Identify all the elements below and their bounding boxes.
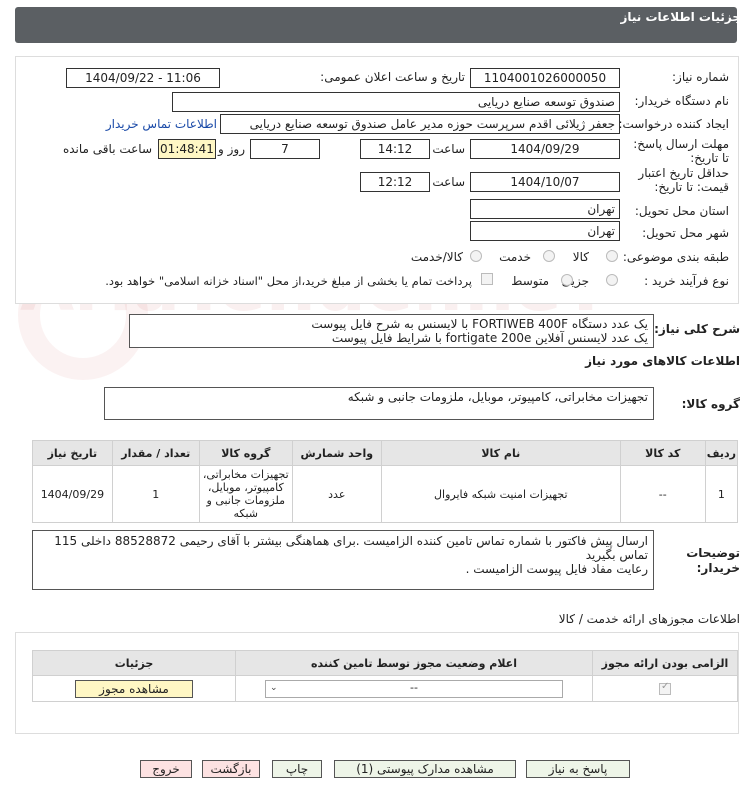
buyer-notes-line-1: ارسال پیش فاکتور با شماره تماس تامین کنن…: [54, 534, 648, 548]
chevron-down-icon: ⌄: [270, 682, 278, 693]
buyer-notes-textarea: ارسال پیش فاکتور با شماره تماس تامین کنن…: [32, 530, 654, 590]
announce-label: تاریخ و ساعت اعلان عمومی:: [320, 70, 465, 84]
category-radio-goods[interactable]: [606, 250, 618, 262]
col-permit-required: الزامی بودن ارائه مجوز: [592, 650, 738, 676]
cell-qty: 1: [111, 465, 200, 523]
buyer-field: صندوق توسعه صنایع دریایی: [172, 92, 620, 112]
permit-required-cell: ✓: [592, 675, 738, 702]
col-permit-details: جزئیات: [32, 650, 236, 676]
buyer-notes-line-3: رعایت مفاد فایل پیوست الزامیست .: [465, 562, 648, 576]
permits-table-wrapper: الزامی بودن ارائه مجوز اعلام وضعیت مجوز …: [32, 650, 738, 702]
process-radio-minor[interactable]: [606, 274, 618, 286]
permit-required-checkbox[interactable]: ✓: [659, 681, 671, 695]
summary-textarea: یک عدد دستگاه FORTIWEB 400F با لایسنس به…: [129, 314, 654, 348]
city-label: شهر محل تحویل:: [642, 226, 729, 240]
col-unit: واحد شمارش: [291, 440, 382, 466]
remaining-time-field: 01:48:41: [158, 139, 216, 159]
process-label: نوع فرآیند خرید :: [644, 274, 729, 288]
announce-field: 1404/09/22 - 11:06: [66, 68, 220, 88]
validity-hour-label: ساعت: [432, 175, 465, 189]
permits-table: الزامی بودن ارائه مجوز اعلام وضعیت مجوز …: [32, 650, 738, 702]
province-label: استان محل تحویل:: [634, 204, 729, 218]
col-row: ردیف: [704, 440, 739, 466]
view-attachments-button[interactable]: مشاهده مدارک پیوستی (1): [334, 760, 516, 778]
goods-group-label: گروه کالا:: [681, 397, 740, 411]
creator-label: ایجاد کننده درخواست:: [618, 117, 729, 131]
view-permit-button[interactable]: مشاهده مجوز: [75, 679, 193, 698]
deadline-label: مهلت ارسال پاسخ: تا تاریخ:: [633, 137, 729, 165]
category-label: طبقه بندی موضوعی:: [622, 250, 729, 264]
col-name: نام کالا: [380, 440, 621, 466]
need-number-label: شماره نیاز:: [672, 70, 729, 84]
table-row: ✓ -- ⌄ مشاهده مجوز: [32, 675, 738, 702]
back-button[interactable]: بازگشت: [202, 760, 260, 778]
print-button[interactable]: چاپ: [272, 760, 322, 778]
days-label: روز و: [218, 142, 245, 156]
category-option-goods: کالا: [572, 250, 589, 264]
col-qty: تعداد / مقدار: [111, 440, 200, 466]
need-number-field: 1104001026000050: [470, 68, 620, 88]
goods-section-title: اطلاعات کالاهای مورد نیاز: [585, 354, 740, 368]
exit-button[interactable]: خروج: [140, 760, 192, 778]
buyer-notes-label: توضیحات خریدار:: [686, 546, 740, 575]
cell-code: --: [619, 465, 706, 523]
category-radio-both[interactable]: [470, 250, 482, 262]
process-option-medium: متوسط: [511, 274, 549, 288]
treasury-payment-checkbox[interactable]: [481, 273, 493, 285]
col-code: کد کالا: [619, 440, 706, 466]
process-radio-medium[interactable]: [561, 274, 573, 286]
col-date: تاریخ نیاز: [32, 440, 113, 466]
summary-line-2: یک عدد لایسنس آفلاین fortigate 200e با ش…: [331, 331, 648, 345]
category-radio-service[interactable]: [543, 250, 555, 262]
summary-line-1: یک عدد دستگاه FORTIWEB 400F با لایسنس به…: [311, 317, 648, 331]
buyer-contact-link[interactable]: اطلاعات تماس خریدار: [106, 117, 217, 131]
permit-status-cell: -- ⌄: [235, 675, 593, 702]
validity-label: حداقل تاریخ اعتبار قیمت: تا تاریخ:: [638, 166, 729, 194]
province-field: تهران: [470, 199, 620, 219]
goods-table-wrapper: ردیف کد کالا نام کالا واحد شمارش گروه کا…: [32, 440, 739, 523]
cell-unit: عدد: [291, 465, 382, 523]
cell-group: تجهیزات مخابراتی، کامپیوتر، موبایل، ملزو…: [198, 465, 293, 523]
validity-time-field: 12:12: [360, 172, 430, 192]
col-permit-status: اعلام وضعیت مجوز توسط تامین کننده: [235, 650, 593, 676]
table-row: 1 -- تجهیزات امنیت شبکه فایروال عدد تجهی…: [32, 465, 739, 523]
category-option-both: کالا/خدمت: [410, 250, 463, 264]
deadline-hour-label: ساعت: [432, 142, 465, 156]
cell-row: 1: [704, 465, 739, 523]
permit-details-cell: مشاهده مجوز: [32, 675, 236, 702]
col-group: گروه کالا: [198, 440, 293, 466]
category-option-service: خدمت: [499, 250, 531, 264]
goods-table: ردیف کد کالا نام کالا واحد شمارش گروه کا…: [32, 440, 739, 523]
checkmark-icon: ✓: [661, 681, 670, 692]
permit-status-select[interactable]: -- ⌄: [265, 679, 563, 698]
creator-field: جعفر ژیلائی اقدم سرپرست حوزه مدیر عامل ص…: [220, 114, 620, 134]
summary-label: شرح کلی نیاز:: [654, 322, 740, 336]
days-field: 7: [250, 139, 320, 159]
goods-group-textarea: تجهیزات مخابراتی، کامپیوتر، موبایل، ملزو…: [104, 387, 654, 420]
reply-button[interactable]: پاسخ به نیاز: [526, 760, 630, 778]
permits-title: اطلاعات مجوزهای ارائه خدمت / کالا: [558, 612, 740, 626]
validity-date-field: 1404/10/07: [470, 172, 620, 192]
deadline-date-field: 1404/09/29: [470, 139, 620, 159]
page-title: جزئیات اطلاعات نیاز: [620, 10, 741, 24]
deadline-time-field: 14:12: [360, 139, 430, 159]
treasury-payment-note: پرداخت تمام یا بخشی از مبلغ خرید،از محل …: [105, 274, 472, 288]
buyer-label: نام دستگاه خریدار:: [634, 94, 730, 108]
buyer-notes-line-2: تماس بگیرید: [585, 548, 648, 562]
cell-date: 1404/09/29: [32, 465, 113, 523]
permit-status-value: --: [410, 680, 418, 694]
cell-name: تجهیزات امنیت شبکه فایروال: [380, 465, 621, 523]
remaining-label: ساعت باقی مانده: [62, 142, 152, 156]
city-field: تهران: [470, 221, 620, 241]
